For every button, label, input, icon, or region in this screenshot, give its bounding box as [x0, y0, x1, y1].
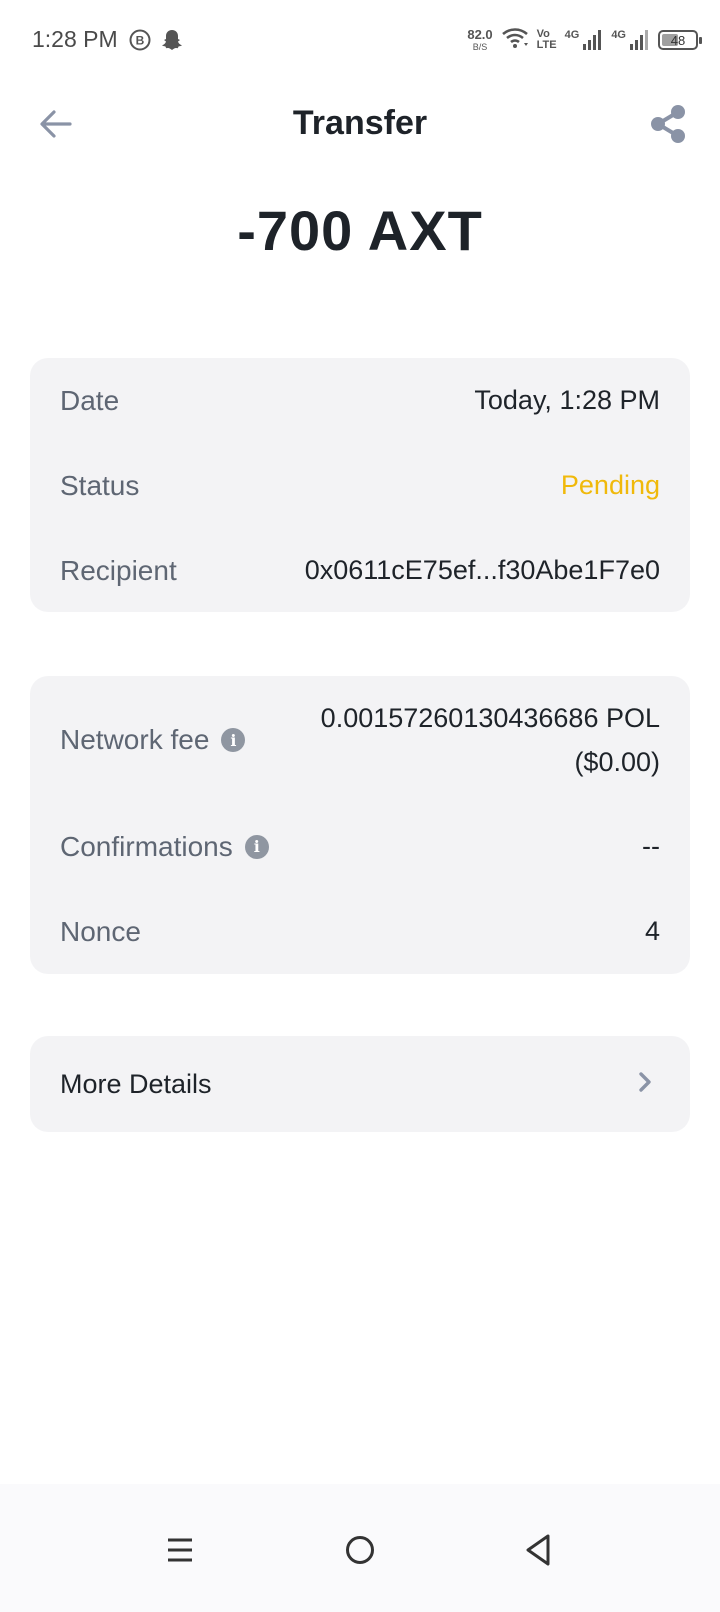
wifi-icon: [501, 27, 529, 54]
status-row: Status Pending: [60, 443, 660, 528]
more-details-label: More Details: [60, 1068, 212, 1099]
confirmations-row: Confirmations i --: [60, 804, 660, 889]
status-time: 1:28 PM: [32, 26, 118, 52]
battery-level: 48: [670, 32, 686, 48]
signal-icon: 4G: [565, 29, 604, 51]
network-fee-usd: ($0.00): [574, 747, 660, 777]
transfer-details-card: Date Today, 1:28 PM Status Pending Recip…: [30, 358, 690, 612]
battery-icon: 48: [658, 30, 702, 50]
menu-icon: [165, 1535, 195, 1570]
volte-bottom: LTE: [536, 39, 557, 51]
back-nav-button[interactable]: [508, 1522, 568, 1582]
share-icon: [646, 105, 690, 150]
page-title: Transfer: [292, 104, 428, 142]
transfer-amount: -700 AXT: [237, 199, 483, 262]
status-indicators: 82.0 B/S Vo LTE 4G 4G 48: [467, 24, 702, 56]
status-badge: Pending: [560, 470, 660, 500]
page-header: Transfer: [0, 90, 720, 156]
network-fee-label: Network fee i: [60, 724, 246, 756]
confirmations-value: --: [642, 831, 660, 861]
recipient-address[interactable]: 0x0611cE75ef...f30Abe1F7e0: [305, 555, 660, 586]
sim2-label: 4G: [611, 29, 626, 41]
sim1-label: 4G: [564, 29, 580, 41]
confirmations-label-text: Confirmations: [60, 830, 233, 862]
home-button[interactable]: [330, 1522, 390, 1582]
nonce-value: 4: [644, 916, 660, 946]
info-icon[interactable]: i: [244, 834, 269, 859]
nonce-label: Nonce: [60, 915, 141, 947]
status-bar: 1:28 PM B 82.0 B/S Vo LTE 4G 4G 48: [0, 0, 720, 80]
nonce-row: Nonce 4: [60, 889, 660, 974]
more-details-button[interactable]: More Details: [30, 1036, 690, 1132]
snapchat-ghost-icon: [160, 28, 184, 57]
recipient-label: Recipient: [60, 554, 177, 586]
volte-indicator: Vo LTE: [537, 29, 557, 51]
date-value: Today, 1:28 PM: [474, 385, 660, 415]
chevron-right-icon: [630, 1067, 660, 1102]
speed-unit: B/S: [472, 42, 488, 52]
date-row: Date Today, 1:28 PM: [60, 358, 660, 443]
fee-details-card: Network fee i 0.00157260130436686 POL ($…: [30, 676, 690, 974]
share-button[interactable]: [646, 102, 690, 146]
network-fee-label-text: Network fee: [60, 724, 210, 755]
network-speed: 82.0 B/S: [467, 28, 492, 52]
info-icon[interactable]: i: [221, 728, 246, 752]
recipient-row: Recipient 0x0611cE75ef...f30Abe1F7e0: [60, 528, 660, 613]
speed-value: 82.0: [467, 27, 493, 42]
network-fee-row: Network fee i 0.00157260130436686 POL ($…: [60, 676, 660, 804]
date-label: Date: [60, 384, 120, 416]
status-label: Status: [60, 469, 140, 501]
recent-apps-button[interactable]: [150, 1522, 210, 1582]
svg-text:B: B: [136, 34, 145, 48]
network-fee-amount: 0.00157260130436686 POL: [320, 703, 660, 733]
circle-icon: [344, 1534, 376, 1571]
system-nav-bar: [0, 1484, 720, 1612]
signal-icon: 4G: [611, 29, 650, 51]
triangle-back-icon: [523, 1533, 553, 1572]
confirmations-label: Confirmations i: [60, 831, 269, 863]
network-fee-value: 0.00157260130436686 POL ($0.00): [321, 696, 660, 784]
bitcoin-circle-icon: B: [128, 28, 152, 57]
